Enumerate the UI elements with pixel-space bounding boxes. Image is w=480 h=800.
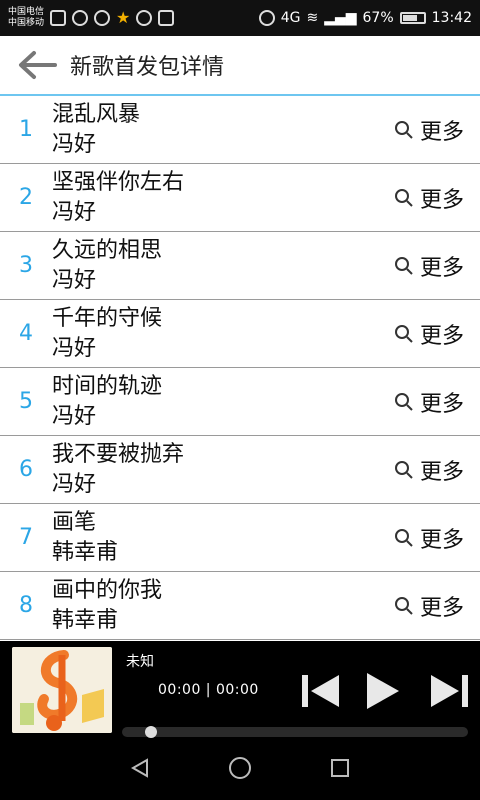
more-button[interactable]: 更多 [394, 386, 480, 418]
song-title: 画中的你我 [52, 577, 163, 603]
song-row[interactable]: 1 混乱风暴 冯好 更多 [0, 96, 480, 164]
star-icon: ★ [116, 8, 131, 27]
search-icon [394, 120, 414, 140]
more-label: 更多 [419, 459, 464, 485]
search-icon [394, 596, 414, 616]
song-title: 我不要被抛弃 [52, 441, 185, 467]
track-name: 未知 [126, 654, 154, 670]
song-artist: 韩幸甫 [52, 539, 119, 565]
more-button[interactable]: 更多 [394, 250, 480, 282]
carrier-info: 中国电信 中国移动 [8, 7, 44, 29]
page-title: 新歌首发包详情 [70, 55, 225, 80]
song-row[interactable]: 3 久远的相思 冯好 更多 [0, 232, 480, 300]
more-button[interactable]: 更多 [394, 318, 480, 350]
play-button[interactable] [357, 671, 405, 715]
system-nav-bar [0, 740, 480, 800]
song-index: 8 [19, 593, 33, 618]
back-triangle-icon [129, 757, 151, 783]
song-list: 1 混乱风暴 冯好 更多 2 坚强伴你左右 冯好 更多 3 久远的相思 冯好 更… [0, 96, 480, 641]
song-index: 4 [19, 321, 33, 346]
song-title: 画笔 [52, 509, 97, 535]
image-icon [50, 10, 67, 26]
wifi-icon: ≋ [306, 10, 319, 26]
more-button[interactable]: 更多 [394, 114, 480, 146]
progress-knob[interactable] [145, 726, 157, 738]
progress-bar[interactable] [122, 726, 468, 738]
song-index: 3 [19, 253, 33, 278]
search-icon [394, 324, 414, 344]
header-bar: 新歌首发包详情 [0, 36, 480, 96]
song-artist: 冯好 [52, 335, 97, 361]
song-title: 久远的相思 [52, 237, 163, 263]
carrier-top: 中国电信 [8, 7, 45, 17]
song-title: 混乱风暴 [52, 101, 141, 127]
more-label: 更多 [419, 527, 464, 553]
song-row[interactable]: 5 时间的轨迹 冯好 更多 [0, 368, 480, 436]
previous-button[interactable] [297, 671, 345, 715]
song-row[interactable]: 2 坚强伴你左右 冯好 更多 [0, 164, 480, 232]
skip-previous-icon [299, 671, 343, 715]
song-title: 时间的轨迹 [52, 373, 163, 399]
more-label: 更多 [419, 255, 464, 281]
more-label: 更多 [419, 119, 464, 145]
battery-percent: 67% [362, 10, 394, 26]
battery-icon [399, 12, 426, 24]
more-button[interactable]: 更多 [394, 182, 480, 214]
sync-icon [72, 10, 89, 26]
alarm-icon [258, 10, 275, 26]
track-time: 00:00 | 00:00 [158, 682, 259, 698]
album-art[interactable] [12, 647, 112, 733]
more-label: 更多 [419, 595, 464, 621]
song-row[interactable]: 6 我不要被抛弃 冯好 更多 [0, 436, 480, 504]
carrier-bottom: 中国移动 [8, 18, 45, 28]
signal-icon: ▂▄▆ [324, 10, 357, 26]
more-label: 更多 [419, 187, 464, 213]
home-circle-icon [228, 756, 252, 784]
play-icon [359, 669, 403, 717]
target-icon [94, 10, 111, 26]
back-arrow-icon[interactable] [16, 43, 60, 87]
song-index: 5 [19, 389, 33, 414]
song-row[interactable]: 8 画中的你我 韩幸甫 更多 [0, 572, 480, 640]
song-row[interactable]: 7 画笔 韩幸甫 更多 [0, 504, 480, 572]
network-type: 4G [280, 10, 301, 26]
song-artist: 冯好 [52, 403, 97, 429]
more-button[interactable]: 更多 [394, 522, 480, 554]
song-index: 6 [19, 457, 33, 482]
song-artist: 冯好 [52, 471, 97, 497]
next-button[interactable] [425, 671, 473, 715]
song-title: 千年的守候 [52, 305, 163, 331]
mini-player: 未知 00:00 | 00:00 [0, 641, 480, 740]
nav-home-button[interactable] [223, 753, 257, 787]
nav-recents-button[interactable] [323, 753, 357, 787]
search-icon [394, 528, 414, 548]
nav-back-button[interactable] [123, 753, 157, 787]
song-title: 坚强伴你左右 [52, 169, 185, 195]
search-icon [394, 256, 414, 276]
more-label: 更多 [419, 391, 464, 417]
recents-square-icon [329, 757, 351, 783]
clock: 13:42 [431, 10, 472, 26]
search-icon [394, 460, 414, 480]
song-artist: 冯好 [52, 199, 97, 225]
settings-icon [136, 10, 153, 26]
app-icon [158, 10, 175, 26]
song-artist: 冯好 [52, 131, 97, 157]
more-label: 更多 [419, 323, 464, 349]
song-index: 7 [19, 525, 33, 550]
skip-next-icon [427, 671, 471, 715]
more-button[interactable]: 更多 [394, 590, 480, 622]
song-artist: 韩幸甫 [52, 607, 119, 633]
song-artist: 冯好 [52, 267, 97, 293]
status-bar: 中国电信 中国移动 ★ 4G ≋ ▂▄▆ 67% 13:42 [0, 0, 480, 36]
more-button[interactable]: 更多 [394, 454, 480, 486]
song-row[interactable]: 4 千年的守候 冯好 更多 [0, 300, 480, 368]
song-index: 1 [19, 117, 33, 142]
song-index: 2 [19, 185, 33, 210]
search-icon [394, 188, 414, 208]
search-icon [394, 392, 414, 412]
